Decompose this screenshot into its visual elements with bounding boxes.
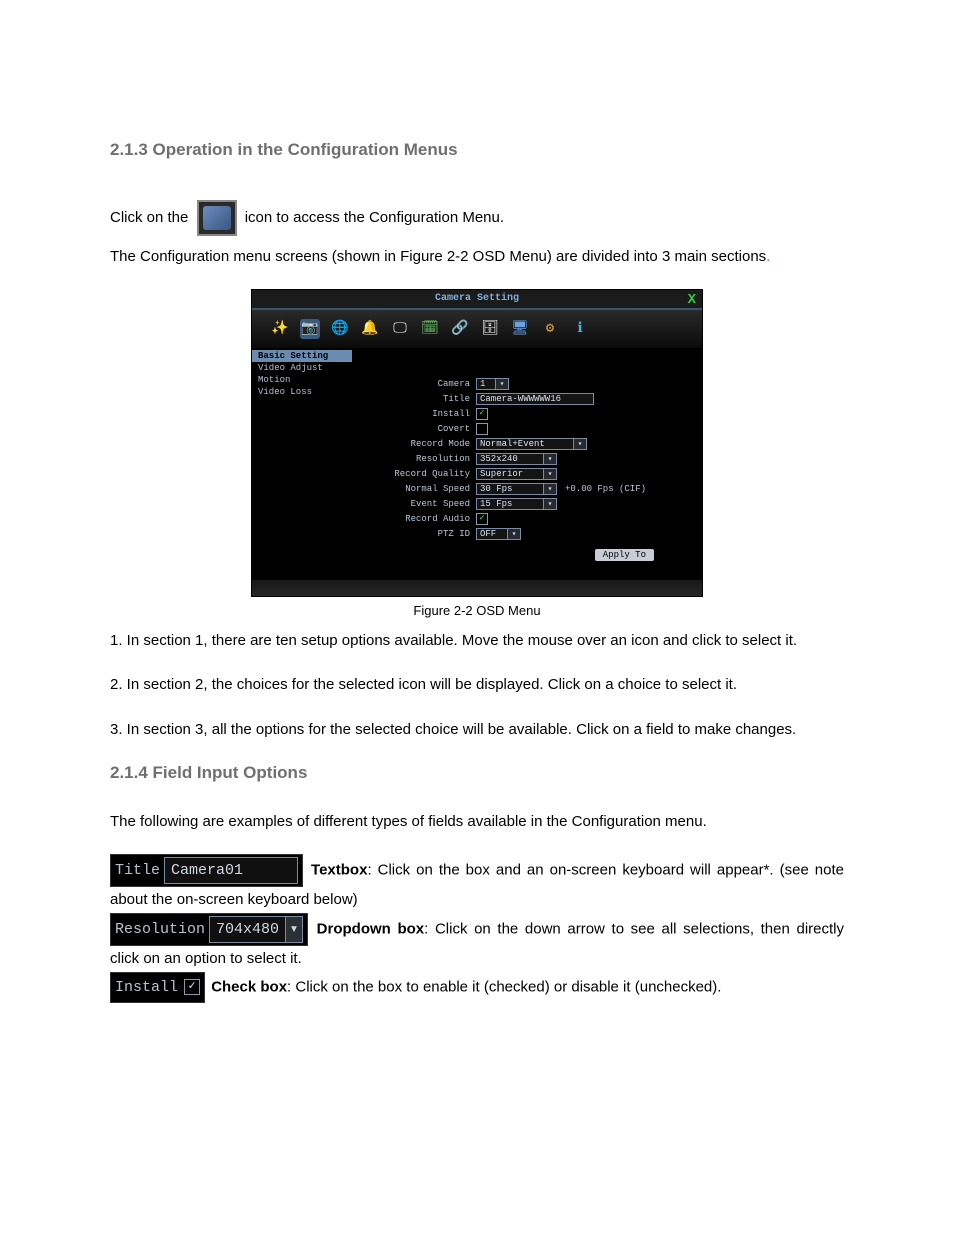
label-covert: Covert xyxy=(360,424,476,434)
list-item-2: 2. In section 2, the choices for the sel… xyxy=(110,674,844,697)
dot: . xyxy=(766,248,770,265)
label-record-mode: Record Mode xyxy=(360,439,476,449)
info-icon[interactable]: ℹ xyxy=(570,319,590,339)
display-icon[interactable]: 🖵 xyxy=(390,319,410,339)
example-checkbox-box[interactable]: ✓ xyxy=(184,979,200,995)
field-record-mode[interactable]: Normal+Event▾ xyxy=(476,438,587,450)
example-dropdown: Resolution 704x480 ▾ xyxy=(110,913,308,947)
osd-window: Camera Setting X ✨ 📷 🌐 🔔 🖵 🗓 🔗 🗄 🖥 ⚙ ℹ B… xyxy=(251,289,703,597)
label-title: Title xyxy=(360,394,476,404)
network-icon[interactable]: 🔗 xyxy=(450,319,470,339)
close-icon[interactable]: X xyxy=(688,291,696,309)
monitor-icon[interactable]: 🖥 xyxy=(510,319,530,339)
list-item-1: 1. In section 1, there are ten setup opt… xyxy=(110,630,844,653)
example-dropdown-label: Resolution xyxy=(115,917,205,943)
field-title[interactable]: Camera-WWWWWW16 xyxy=(476,393,594,405)
chevron-down-icon[interactable]: ▾ xyxy=(285,916,303,944)
field-intro: The following are examples of different … xyxy=(110,811,844,834)
label-event-speed: Event Speed xyxy=(360,499,476,509)
label-install: Install xyxy=(360,409,476,419)
sidebar-item-motion[interactable]: Motion xyxy=(252,374,352,386)
field-ptz-id[interactable]: OFF▾ xyxy=(476,528,521,540)
label-record-audio: Record Audio xyxy=(360,514,476,524)
field-resolution[interactable]: 352x240▾ xyxy=(476,453,557,465)
example-textbox-label: Title xyxy=(115,858,160,884)
example-checkbox: Install ✓ xyxy=(110,972,205,1004)
figure-caption: Figure 2-2 OSD Menu xyxy=(110,603,844,618)
example-textbox-value[interactable]: Camera01 xyxy=(164,857,298,885)
checkbox-record-audio[interactable]: ✓ xyxy=(476,513,488,525)
text-cif: +0.00 Fps (CIF) xyxy=(565,484,646,494)
heading-214: 2.1.4 Field Input Options xyxy=(110,763,844,783)
field-camera[interactable]: 1▾ xyxy=(476,378,509,390)
text-intro2: The Configuration menu screens (shown in… xyxy=(110,248,766,265)
apply-to-button[interactable]: Apply To xyxy=(595,549,654,561)
term-checkbox: Check box xyxy=(211,978,287,995)
osd-footer xyxy=(252,579,702,596)
heading-213: 2.1.3 Operation in the Configuration Men… xyxy=(110,140,844,160)
sidebar-item-video-adjust[interactable]: Video Adjust xyxy=(252,362,352,374)
storage-icon[interactable]: 🗄 xyxy=(480,319,500,339)
bell-icon[interactable]: 🔔 xyxy=(360,319,380,339)
label-record-quality: Record Quality xyxy=(360,469,476,479)
term-textbox: Textbox xyxy=(311,861,367,878)
sidebar-item-video-loss[interactable]: Video Loss xyxy=(252,386,352,398)
camera-icon[interactable]: 📷 xyxy=(300,319,320,339)
checkbox-covert[interactable] xyxy=(476,423,488,435)
osd-main: Camera 1▾ Title Camera-WWWWWW16 Install … xyxy=(352,349,702,579)
label-camera: Camera xyxy=(360,379,476,389)
field-normal-speed[interactable]: 30 Fps▾ xyxy=(476,483,557,495)
osd-toolbar: ✨ 📷 🌐 🔔 🖵 🗓 🔗 🗄 🖥 ⚙ ℹ xyxy=(252,310,702,349)
list-item-3: 3. In section 3, all the options for the… xyxy=(110,719,844,742)
gear-icon[interactable]: ⚙ xyxy=(540,319,560,339)
config-menu-icon xyxy=(197,200,237,236)
term-dropdown: Dropdown box xyxy=(317,920,424,937)
globe-icon[interactable]: 🌐 xyxy=(330,319,350,339)
field-record-quality[interactable]: Superior▾ xyxy=(476,468,557,480)
wand-icon[interactable]: ✨ xyxy=(270,319,290,339)
osd-sidebar: Basic Setting Video Adjust Motion Video … xyxy=(252,349,352,579)
text-click-post: icon to access the Configuration Menu. xyxy=(245,209,504,226)
example-textbox: Title Camera01 xyxy=(110,854,303,888)
field-event-speed[interactable]: 15 Fps▾ xyxy=(476,498,557,510)
example-checkbox-label: Install xyxy=(115,975,178,1001)
checkbox-install[interactable]: ✓ xyxy=(476,408,488,420)
label-resolution: Resolution xyxy=(360,454,476,464)
example-dropdown-value[interactable]: 704x480 xyxy=(209,916,286,944)
schedule-icon[interactable]: 🗓 xyxy=(420,319,440,339)
sidebar-item-basic[interactable]: Basic Setting xyxy=(252,350,352,362)
text-click-pre: Click on the xyxy=(110,209,193,226)
label-ptz-id: PTZ ID xyxy=(360,529,476,539)
label-normal-speed: Normal Speed xyxy=(360,484,476,494)
osd-title: Camera Setting xyxy=(435,293,519,304)
text-checkbox-desc: : Click on the box to enable it (checked… xyxy=(287,978,721,995)
